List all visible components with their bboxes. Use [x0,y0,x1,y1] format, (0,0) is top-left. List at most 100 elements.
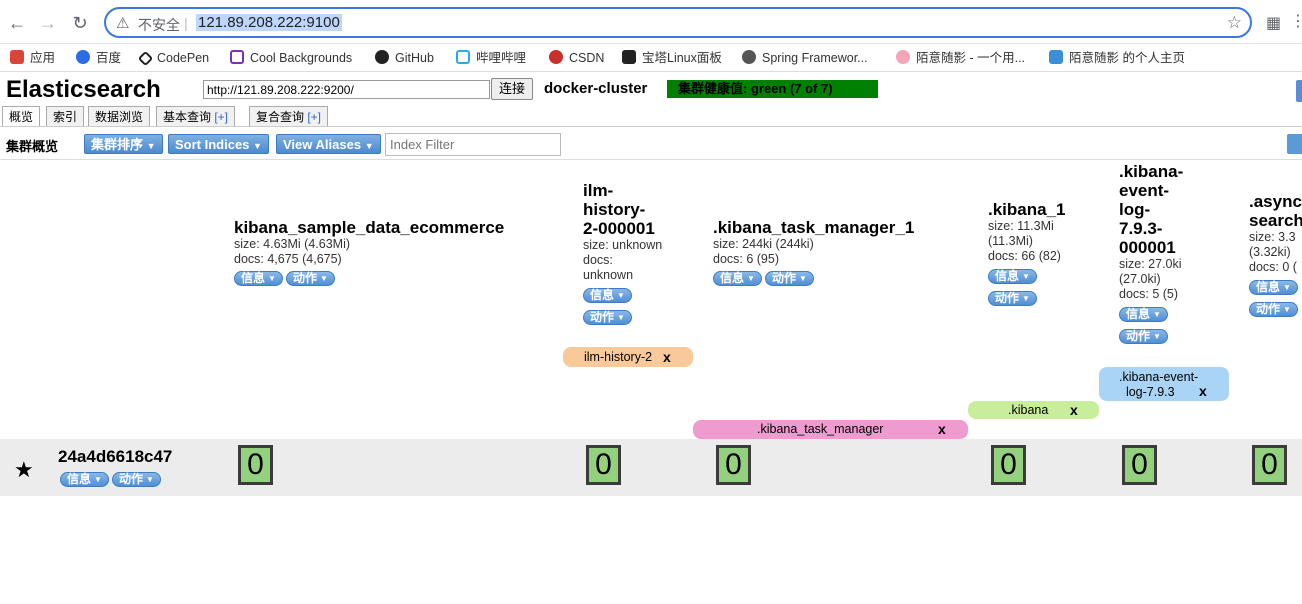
index-action-button[interactable]: 动作 ▼ [1249,302,1298,317]
back-arrow-icon[interactable]: ← [6,12,28,34]
index-action-button[interactable]: 动作 ▼ [988,291,1037,306]
warning-icon[interactable]: ⚠ [116,14,129,32]
node-row: ★ 24a4d6618c47 信息 ▼ 动作 ▼ 0 0 0 0 0 0 [0,439,1302,496]
bookmark-moyi-blog[interactable]: 陌意随影 - 一个用... [896,48,1025,68]
shard-box[interactable]: 0 [586,445,621,485]
index-docs: docs: 5 (5) [1119,287,1179,301]
caret-down-icon: ▼ [1283,305,1291,314]
alias-remove-button[interactable]: x [663,347,671,367]
index-info-button[interactable]: 信息 ▼ [713,271,762,286]
alias-remove-button[interactable]: x [1070,401,1078,419]
bookmark-label: 陌意随影 的个人主页 [1069,51,1185,65]
index-name: kibana_sample_data_ecommerce [234,218,505,237]
shard-box[interactable]: 0 [238,445,273,485]
bookmark-moyi-home[interactable]: 陌意随影 的个人主页 [1049,48,1185,68]
caret-down-icon: ▼ [1283,283,1291,292]
index-docs: docs: 0 ( [1249,260,1297,274]
caret-down-icon: ▼ [617,291,625,300]
bookmark-spring[interactable]: Spring Framewor... [742,48,868,68]
index-info-button[interactable]: 信息 ▼ [1119,307,1168,322]
index-column: .kibana_task_manager_1 size: 244ki (244k… [713,218,973,287]
bookmark-label: 宝塔Linux面板 [642,51,722,65]
index-name: ilm-history- 2-000001 [583,181,655,238]
index-name: .async-search [1249,192,1302,230]
shard-box[interactable]: 0 [1122,445,1157,485]
tab-label: 基本查询 [163,110,215,124]
bookmark-baota[interactable]: 宝塔Linux面板 [622,48,722,68]
alias-remove-button[interactable]: x [1199,384,1207,399]
cluster-health-badge: 集群健康值: green (7 of 7) [667,80,878,98]
index-info-button[interactable]: 信息 ▼ [1249,280,1298,295]
index-size: size: 11.3Mi (11.3Mi) [988,219,1054,248]
connect-button[interactable]: 连接 [491,78,533,100]
forward-arrow-icon[interactable]: → [37,12,59,34]
tab-indices[interactable]: 索引 [46,106,85,127]
cluster-name: docker-cluster [544,80,648,97]
shard-box[interactable]: 0 [716,445,751,485]
bookmark-baidu[interactable]: 百度 [76,48,121,68]
refresh-button[interactable] [1287,134,1302,154]
caret-down-icon: ▼ [319,274,328,283]
index-filter-input[interactable] [385,133,561,156]
bookmark-label: Spring Framewor... [762,51,868,65]
caret-down-icon: ▼ [268,274,276,283]
index-info-button[interactable]: 信息 ▼ [583,288,632,303]
tab-label: 索引 [53,110,78,124]
tab-plus: [+] [307,110,322,124]
bookmark-label: 百度 [96,51,122,65]
index-docs: docs: unknown [583,253,634,282]
bookmark-github[interactable]: GitHub [375,48,434,68]
insecure-label[interactable]: 不安全 [138,15,180,35]
bookmark-csdn[interactable]: CSDN [549,48,604,68]
caret-down-icon: ▼ [146,141,156,151]
chevron-logo-icon [1049,50,1063,64]
globe-icon [742,50,756,64]
caret-down-icon: ▼ [364,141,374,151]
node-info-button[interactable]: 信息 ▼ [60,472,109,487]
reload-icon[interactable]: ↻ [69,12,91,34]
index-docs: docs: 66 (82) [988,249,1061,263]
shard-box[interactable]: 0 [1252,445,1287,485]
sort-indices-button[interactable]: Sort Indices ▼ [168,134,269,154]
bookmark-star-icon[interactable]: ☆ [1227,13,1242,33]
tab-overview[interactable]: 概览 [2,106,41,127]
pill-label: 动作 [771,271,796,285]
url-text[interactable]: 121.89.208.222:9100 [196,14,342,31]
bookmark-label: Cool Backgrounds [250,51,353,65]
tab-label: 概览 [9,110,34,124]
index-info-button[interactable]: 信息 ▼ [988,269,1037,284]
info-menu-button[interactable] [1296,80,1302,102]
csdn-icon [549,50,563,64]
bookmark-codepen[interactable]: CodePen [137,48,209,68]
index-action-button[interactable]: 动作 ▼ [583,310,632,325]
alias-remove-button[interactable]: x [938,420,946,439]
caret-down-icon: ▼ [1022,272,1030,281]
apps-grid-icon [10,50,24,64]
overview-title: 集群概览 [6,139,59,154]
pill-label: 动作 [1256,302,1281,316]
tab-plus: [+] [214,110,229,124]
pill-label: 信息 [1126,307,1151,321]
tab-structured-query[interactable]: 基本查询 [+] [156,106,236,127]
bookmark-cool-backgrounds[interactable]: Cool Backgrounds [230,48,352,68]
cluster-sort-button[interactable]: 集群排序 ▼ [84,134,163,154]
bookmark-apps[interactable]: 应用 [10,48,55,68]
view-aliases-button[interactable]: View Aliases ▼ [276,134,381,154]
tab-browser[interactable]: 数据浏览 [88,106,151,127]
browser-menu-icon[interactable]: ⋮ [1290,11,1302,31]
index-size: size: 27.0ki (27.0ki) [1119,257,1182,286]
index-info-button[interactable]: 信息 ▼ [234,271,283,286]
bookmarks-bar: 应用 百度 CodePen Cool Backgrounds GitHub 哔哩… [0,44,1302,72]
index-action-button[interactable]: 动作 ▼ [764,271,814,286]
address-bar[interactable]: ⚠ 不安全 | 121.89.208.222:9100 ☆ [104,7,1252,38]
bookmark-bilibili[interactable]: 哔哩哔哩 [456,48,526,68]
cluster-url-input[interactable] [203,80,490,99]
shard-box[interactable]: 0 [991,445,1026,485]
browser-toolbar: ← → ↻ ⚠ 不安全 | 121.89.208.222:9100 ☆ ▦ ⋮ [0,0,1302,44]
node-action-button[interactable]: 动作 ▼ [111,472,161,487]
index-action-button[interactable]: 动作 ▼ [285,271,335,286]
extensions-puzzle-icon[interactable]: ▦ [1266,13,1281,33]
caret-down-icon: ▼ [1022,294,1030,303]
tab-any-request[interactable]: 复合查询 [+] [249,106,329,127]
index-action-button[interactable]: 动作 ▼ [1119,329,1168,344]
